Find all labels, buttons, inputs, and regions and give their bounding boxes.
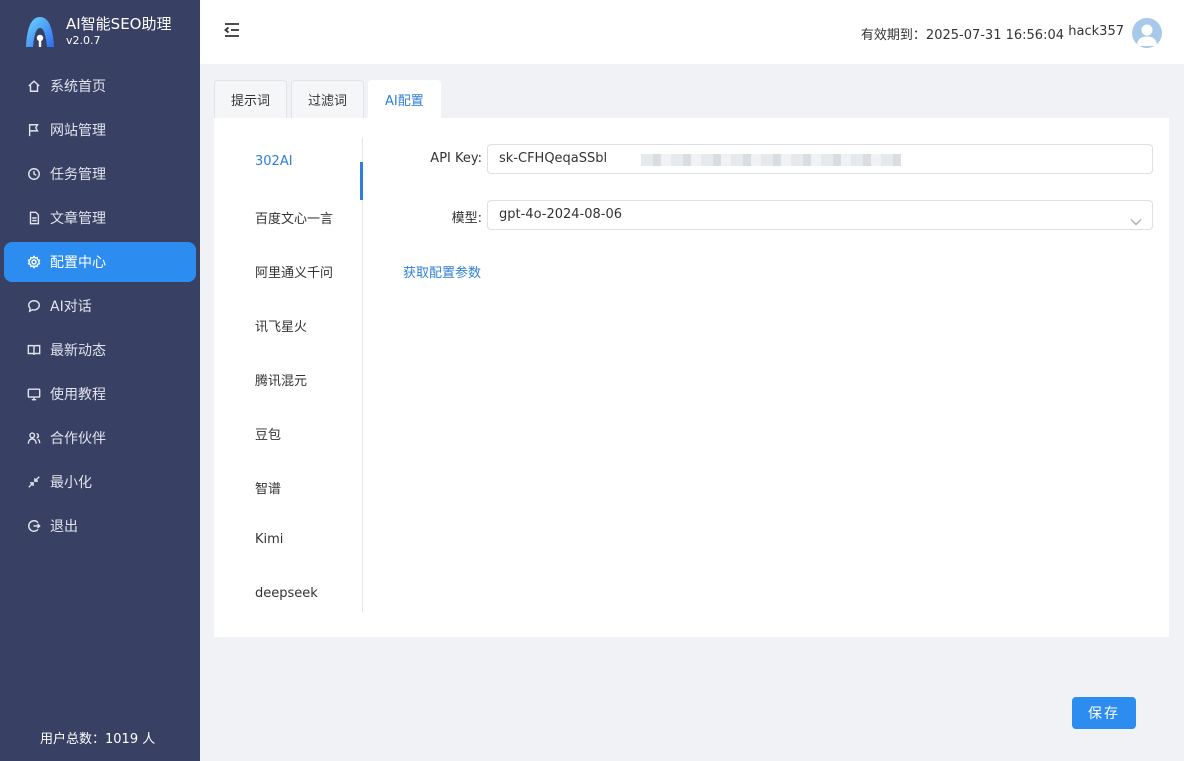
provider-zhipu[interactable]: 智谱	[255, 478, 281, 497]
clock-icon	[26, 166, 42, 182]
sidebar-item-tasks[interactable]: 任务管理	[4, 154, 196, 194]
provider-xunfei-xinghuo[interactable]: 讯飞星火	[255, 316, 307, 335]
sidebar: AI智能SEO助理 v2.0.7 系统首页 网站管理 任务管理 文章管理 配置中…	[0, 0, 200, 761]
sidebar-item-label: 最新动态	[50, 343, 106, 359]
provider-kimi[interactable]: Kimi	[255, 532, 283, 547]
brand: AI智能SEO助理 v2.0.7	[22, 14, 172, 50]
provider-doubao[interactable]: 豆包	[255, 424, 281, 443]
api-key-label: API Key:	[430, 151, 482, 166]
sidebar-item-label: 配置中心	[50, 255, 106, 271]
provider-ali-tongyi[interactable]: 阿里通义千问	[255, 262, 333, 281]
username[interactable]: hack357	[1068, 24, 1124, 39]
tab-prompts[interactable]: 提示词	[214, 80, 288, 118]
sidebar-item-label: 使用教程	[50, 387, 106, 403]
collapse-menu-button[interactable]	[222, 20, 244, 42]
sidebar-item-label: 网站管理	[50, 123, 106, 139]
minimize-icon	[26, 474, 42, 490]
sidebar-item-label: 合作伙伴	[50, 431, 106, 447]
provider-302ai[interactable]: 302AI	[255, 154, 293, 169]
home-icon	[26, 78, 42, 94]
tab-filter-words[interactable]: 过滤词	[291, 80, 365, 118]
model-select[interactable]: gpt-4o-2024-08-06	[487, 200, 1153, 230]
active-provider-indicator	[360, 162, 363, 200]
sidebar-item-label: 系统首页	[50, 79, 106, 95]
sidebar-item-label: 退出	[50, 519, 78, 535]
sidebar-item-articles[interactable]: 文章管理	[4, 198, 196, 238]
flag-icon	[26, 122, 42, 138]
provider-list: 302AI 百度文心一言 阿里通义千问 讯飞星火 腾讯混元 豆包 智谱 Kimi…	[214, 138, 363, 612]
document-icon	[26, 210, 42, 226]
gear-icon	[26, 254, 42, 270]
masked-api-key	[641, 154, 901, 166]
top-bar: 有效期到：2025-07-31 16:56:04 hack357	[200, 0, 1184, 64]
partner-icon	[26, 430, 42, 446]
app-version: v2.0.7	[66, 34, 101, 47]
sidebar-item-news[interactable]: 最新动态	[4, 330, 196, 370]
model-label: 模型:	[451, 211, 482, 226]
chevron-down-icon	[1130, 210, 1142, 226]
sidebar-item-label: 最小化	[50, 475, 92, 491]
sidebar-item-label: 文章管理	[50, 211, 106, 227]
sidebar-item-minimize[interactable]: 最小化	[4, 462, 196, 502]
sidebar-item-ai-chat[interactable]: AI对话	[4, 286, 196, 326]
logout-icon	[26, 518, 42, 534]
sidebar-item-home[interactable]: 系统首页	[4, 66, 196, 106]
sidebar-item-logout[interactable]: 退出	[4, 506, 196, 546]
sidebar-item-label: AI对话	[50, 299, 92, 315]
sidebar-item-label: 任务管理	[50, 167, 106, 183]
user-avatar-icon	[1137, 24, 1157, 46]
provider-baidu-wenxin[interactable]: 百度文心一言	[255, 208, 333, 227]
sidebar-item-config[interactable]: 配置中心	[4, 242, 196, 282]
provider-deepseek[interactable]: deepseek	[255, 586, 318, 601]
sidebar-item-partners[interactable]: 合作伙伴	[4, 418, 196, 458]
sidebar-item-tutorial[interactable]: 使用教程	[4, 374, 196, 414]
chat-icon	[26, 298, 42, 314]
avatar[interactable]	[1132, 18, 1162, 48]
api-key-value: sk-CFHQeqaSSbl	[499, 151, 608, 166]
api-key-input[interactable]: sk-CFHQeqaSSbl	[487, 144, 1153, 174]
user-count: 用户总数：1019 人	[40, 732, 156, 747]
expiry-date: 有效期到：2025-07-31 16:56:04	[860, 28, 1064, 43]
provider-tencent-hunyuan[interactable]: 腾讯混元	[255, 370, 307, 389]
sidebar-item-sites[interactable]: 网站管理	[4, 110, 196, 150]
get-config-params-link[interactable]: 获取配置参数	[403, 262, 481, 281]
book-icon	[26, 342, 42, 358]
app-name: AI智能SEO助理	[66, 15, 172, 33]
config-tabs: 提示词 过滤词 AI配置	[214, 80, 445, 118]
save-button[interactable]: 保存	[1072, 697, 1136, 729]
app-logo-icon	[26, 17, 54, 47]
ai-config-panel: 302AI 百度文心一言 阿里通义千问 讯飞星火 腾讯混元 豆包 智谱 Kimi…	[214, 118, 1169, 637]
tab-ai-config[interactable]: AI配置	[368, 80, 441, 118]
model-value: gpt-4o-2024-08-06	[499, 207, 622, 222]
menu-fold-icon	[224, 23, 239, 37]
sidebar-menu: 系统首页 网站管理 任务管理 文章管理 配置中心 AI对话 最新动态 使用教程	[0, 66, 200, 550]
monitor-icon	[26, 386, 42, 402]
